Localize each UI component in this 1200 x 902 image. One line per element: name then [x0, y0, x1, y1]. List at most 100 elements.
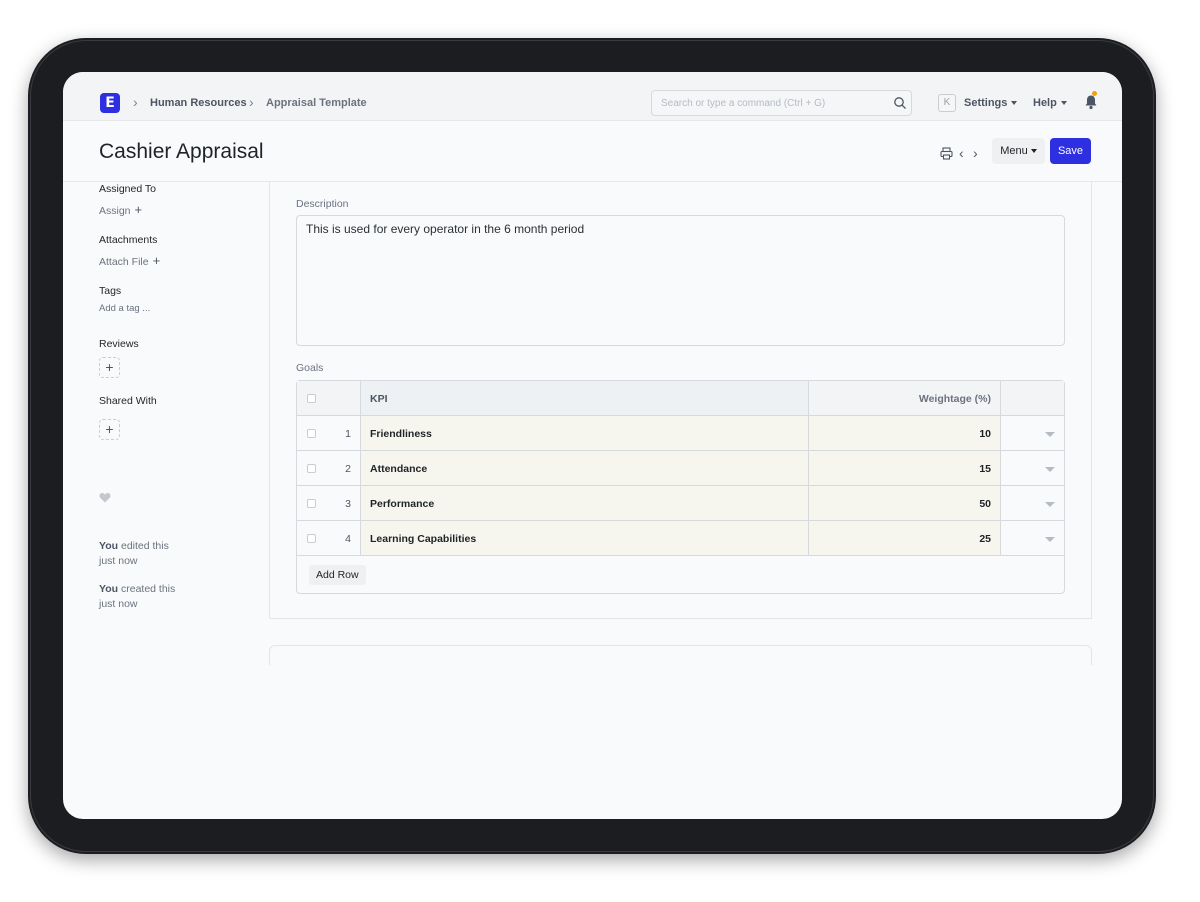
- description-label: Description: [296, 198, 349, 210]
- avatar[interactable]: K: [938, 94, 956, 112]
- table-row: 3 Performance 50: [297, 486, 1064, 521]
- weightage-value: 15: [979, 463, 991, 475]
- row-actions-cell: [1000, 416, 1064, 450]
- description-value: This is used for every operator in the 6…: [306, 222, 585, 236]
- weightage-value: 50: [979, 498, 991, 510]
- row-dropdown-icon[interactable]: [1045, 432, 1055, 437]
- kpi-cell[interactable]: Friendliness: [360, 416, 808, 450]
- row-actions-cell: [1000, 451, 1064, 485]
- kpi-cell[interactable]: Learning Capabilities: [360, 521, 808, 555]
- add-row-button[interactable]: Add Row: [309, 565, 366, 585]
- activity-item: You edited this just now: [99, 539, 169, 569]
- chevron-right-icon: ›: [133, 94, 138, 110]
- table-row: 4 Learning Capabilities 25: [297, 521, 1064, 556]
- assign-link[interactable]: Assign +: [99, 202, 142, 217]
- row-dropdown-icon[interactable]: [1045, 537, 1055, 542]
- add-tag-input[interactable]: Add a tag ...: [99, 303, 150, 314]
- page-header: Cashier Appraisal ‹ › Menu Save: [63, 121, 1122, 182]
- plus-icon: +: [134, 202, 143, 217]
- search-input[interactable]: Search or type a command (Ctrl + G): [651, 90, 912, 116]
- caret-down-icon: [1011, 101, 1018, 106]
- breadcrumb-appraisal-template[interactable]: Appraisal Template: [266, 97, 367, 109]
- activity-time: just now: [99, 598, 138, 610]
- form-section-next: [269, 645, 1092, 665]
- print-icon[interactable]: [940, 147, 953, 160]
- row-actions-cell: [1000, 521, 1064, 555]
- row-select-cell: 4: [297, 521, 360, 555]
- weightage-value: 25: [979, 533, 991, 545]
- activity-action: edited this: [120, 540, 169, 552]
- settings-label: Settings: [964, 97, 1008, 109]
- activity-time: just now: [99, 555, 138, 567]
- table-row: 1 Friendliness 10: [297, 416, 1064, 451]
- row-select-cell: 2: [297, 451, 360, 485]
- plus-icon: +: [152, 253, 161, 268]
- kpi-value: Performance: [370, 498, 435, 510]
- row-dropdown-icon[interactable]: [1045, 467, 1055, 472]
- kpi-cell[interactable]: Performance: [360, 486, 808, 520]
- row-index: 2: [345, 463, 351, 475]
- search-placeholder: Search or type a command (Ctrl + G): [661, 98, 826, 109]
- activity-action: created this: [120, 583, 176, 595]
- row-index: 1: [345, 428, 351, 440]
- next-record-icon[interactable]: ›: [973, 145, 978, 161]
- weightage-cell[interactable]: 25: [808, 521, 1000, 555]
- menu-button[interactable]: Menu: [992, 138, 1045, 164]
- table-footer: Add Row: [297, 556, 1064, 593]
- activity-user: You: [99, 583, 119, 595]
- weightage-cell[interactable]: 50: [808, 486, 1000, 520]
- select-all-checkbox[interactable]: [307, 394, 316, 403]
- goals-label: Goals: [296, 362, 324, 374]
- table-row: 2 Attendance 15: [297, 451, 1064, 486]
- save-button[interactable]: Save: [1050, 138, 1091, 164]
- caret-down-icon: [1030, 149, 1037, 154]
- row-checkbox[interactable]: [307, 429, 316, 438]
- goals-table: KPI Weightage (%) 1 Friendliness 10 2 At…: [296, 380, 1065, 594]
- attachments-heading: Attachments: [99, 234, 158, 246]
- reviews-heading: Reviews: [99, 338, 139, 350]
- weightage-header-label: Weightage (%): [918, 393, 991, 405]
- attach-file-label: Attach File: [99, 256, 149, 268]
- row-index: 3: [345, 498, 351, 510]
- help-label: Help: [1033, 97, 1057, 109]
- chevron-right-icon: ›: [249, 94, 254, 110]
- app-screen: E › Human Resources › Appraisal Template…: [63, 72, 1122, 819]
- row-select-cell: 3: [297, 486, 360, 520]
- row-checkbox[interactable]: [307, 464, 316, 473]
- app-logo[interactable]: E: [100, 93, 120, 113]
- kpi-value: Attendance: [370, 463, 428, 475]
- search-icon: [894, 97, 906, 109]
- heart-icon[interactable]: [99, 492, 111, 503]
- tags-heading: Tags: [99, 285, 122, 297]
- row-select-cell: 1: [297, 416, 360, 450]
- assign-label: Assign: [99, 205, 131, 217]
- kpi-header-label: KPI: [370, 393, 388, 405]
- add-review-button[interactable]: +: [99, 357, 120, 378]
- shared-with-heading: Shared With: [99, 395, 157, 407]
- row-checkbox[interactable]: [307, 499, 316, 508]
- kpi-header: KPI: [360, 381, 808, 415]
- notification-dot: [1092, 91, 1097, 96]
- add-share-button[interactable]: +: [99, 419, 120, 440]
- description-textarea[interactable]: This is used for every operator in the 6…: [296, 215, 1065, 346]
- weightage-cell[interactable]: 10: [808, 416, 1000, 450]
- caret-down-icon: [1060, 101, 1067, 106]
- attach-file-link[interactable]: Attach File +: [99, 253, 160, 268]
- kpi-value: Friendliness: [370, 428, 432, 440]
- previous-record-icon[interactable]: ‹: [959, 145, 964, 161]
- actions-header: [1000, 381, 1064, 415]
- help-dropdown[interactable]: Help: [1033, 97, 1067, 109]
- activity-user: You: [99, 540, 119, 552]
- weightage-header: Weightage (%): [808, 381, 1000, 415]
- kpi-cell[interactable]: Attendance: [360, 451, 808, 485]
- table-header-row: KPI Weightage (%): [297, 381, 1064, 416]
- assigned-to-heading: Assigned To: [99, 183, 157, 195]
- breadcrumb-human-resources[interactable]: Human Resources: [150, 97, 247, 109]
- navbar: E › Human Resources › Appraisal Template…: [63, 72, 1122, 121]
- settings-dropdown[interactable]: Settings: [964, 97, 1018, 109]
- weightage-cell[interactable]: 15: [808, 451, 1000, 485]
- row-index: 4: [345, 533, 351, 545]
- bell-icon[interactable]: [1084, 94, 1098, 110]
- row-checkbox[interactable]: [307, 534, 316, 543]
- row-dropdown-icon[interactable]: [1045, 502, 1055, 507]
